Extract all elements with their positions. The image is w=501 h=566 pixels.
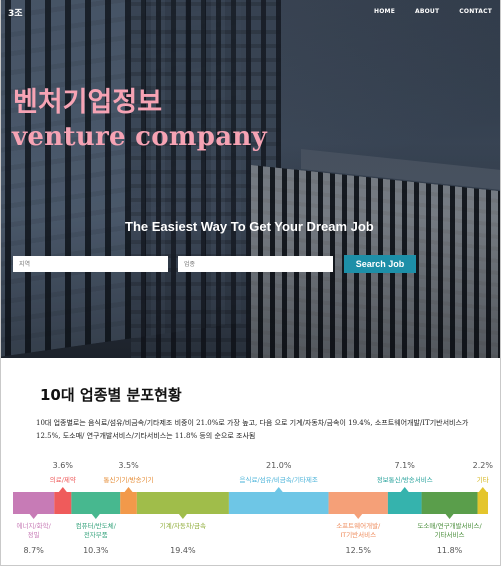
bar-pointer bbox=[478, 487, 487, 492]
bar-pointer bbox=[29, 514, 38, 519]
bar-pointer bbox=[354, 514, 363, 519]
bar-pointer bbox=[124, 487, 133, 492]
segment-category-label: 기계/자동차/금속 bbox=[160, 521, 206, 530]
segment-value-label: 3.6% bbox=[53, 461, 74, 470]
segment-value-label: 7.1% bbox=[395, 461, 416, 470]
region-input[interactable] bbox=[13, 256, 168, 272]
segment-value-label: 11.8% bbox=[437, 546, 463, 555]
segment-category-label: 통신기기/방송기기 bbox=[104, 475, 154, 484]
bar-segment bbox=[421, 492, 478, 514]
bar-pointer bbox=[400, 487, 409, 492]
segment-category-label: 기타 bbox=[477, 475, 489, 484]
industry-distribution-chart: 에너지/화학/정밀 8.7% 3.6% 의료/제약컴퓨터/반도체/전자부품 10.3% 3… bbox=[13, 461, 494, 555]
hero-overlay bbox=[1, 0, 500, 358]
nav-about[interactable]: ABOUT bbox=[415, 8, 439, 15]
site-logo[interactable]: 3조 bbox=[8, 6, 23, 19]
bar-segment bbox=[54, 492, 72, 514]
bar-segment bbox=[120, 492, 137, 514]
bar-segment bbox=[136, 492, 229, 514]
hero-tagline: The Easiest Way To Get Your Dream Job bbox=[125, 219, 374, 234]
segment-category-label: 정밀 bbox=[28, 530, 40, 539]
nav-home[interactable]: HOME bbox=[374, 8, 395, 15]
bar-segment bbox=[13, 492, 55, 514]
segment-value-label: 2.2% bbox=[473, 461, 494, 470]
hero-banner: 3조 HOME ABOUT CONTACT 벤처기업정보 venture com… bbox=[1, 0, 500, 358]
bar-pointer bbox=[178, 514, 187, 519]
nav-contact[interactable]: CONTACT bbox=[459, 8, 492, 15]
segment-category-label: 의료/제약 bbox=[50, 475, 76, 484]
segment-category-label: 도소매/연구개발서비스/ bbox=[417, 521, 482, 530]
segment-value-label: 3.5% bbox=[118, 461, 139, 470]
bar-segment bbox=[477, 492, 488, 514]
industry-input[interactable] bbox=[178, 256, 333, 272]
segment-value-label: 12.5% bbox=[346, 546, 372, 555]
job-search-form: Search Job bbox=[13, 255, 493, 273]
segment-category-label: 컴퓨터/반도체/ bbox=[76, 521, 117, 530]
search-job-button[interactable]: Search Job bbox=[344, 255, 416, 273]
segment-category-label: 전자부품 bbox=[84, 530, 108, 539]
hero-title-korean: 벤처기업정보 bbox=[13, 87, 163, 118]
bar-segment bbox=[387, 492, 422, 514]
bar-pointer bbox=[274, 487, 283, 492]
segment-category-label: 기타서비스 bbox=[435, 530, 465, 539]
segment-category-label: 음식료/섬유/비금속/기타제조 bbox=[240, 475, 318, 484]
bar-pointer bbox=[58, 487, 67, 492]
bar-segment bbox=[71, 492, 121, 514]
bar-pointer bbox=[91, 514, 100, 519]
top-nav: HOME ABOUT CONTACT bbox=[354, 8, 492, 15]
segment-value-label: 8.7% bbox=[23, 546, 44, 555]
segment-value-label: 19.4% bbox=[170, 546, 196, 555]
segment-value-label: 10.3% bbox=[83, 546, 109, 555]
section-title: 10대 업종별 분포현황 bbox=[40, 386, 182, 404]
segment-category-label: 정보통신/방송서비스 bbox=[377, 475, 433, 484]
segment-category-label: 에너지/화학/ bbox=[16, 521, 51, 530]
segment-category-label: IT기반서비스 bbox=[340, 530, 376, 539]
hero-title-english: venture company bbox=[12, 122, 267, 152]
bar-pointer bbox=[445, 514, 454, 519]
bar-segment bbox=[228, 492, 329, 514]
bar-segment bbox=[328, 492, 388, 514]
segment-category-label: 소프트웨어개발/ bbox=[336, 521, 381, 530]
section-description: 10대 업종별로는 음식료/섬유/비금속/기타제조 비중이 21.0%로 가장 … bbox=[36, 419, 469, 440]
segment-value-label: 21.0% bbox=[266, 461, 292, 470]
